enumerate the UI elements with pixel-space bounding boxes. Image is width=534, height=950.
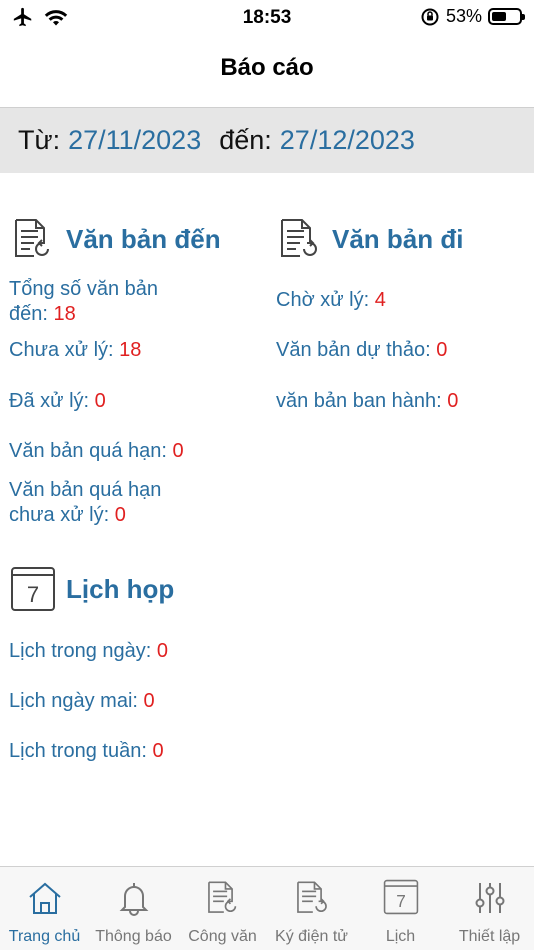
tab-notifications-label: Thông báo xyxy=(95,928,172,945)
from-label: Từ: xyxy=(18,125,61,155)
date-range-bar: Từ: 27/11/2023 đến: 27/12/2023 xyxy=(0,107,534,173)
battery-icon xyxy=(488,8,525,25)
incoming-overdue-unprocessed-value: 0 xyxy=(114,504,126,526)
tab-settings[interactable]: Thiết lập xyxy=(445,867,534,950)
meetings-today: Lịch trong ngày: 0 xyxy=(9,639,168,664)
incoming-overdue-unprocessed-label-2: chưa xử lý: xyxy=(9,504,110,526)
incoming-overdue-unprocessed: Văn bản quá hạn chưa xử lý: 0 xyxy=(9,478,161,528)
incoming-overdue-unprocessed-label-1: Văn bản quá hạn xyxy=(9,479,162,501)
meetings-header[interactable]: 7 Lịch họp xyxy=(10,566,174,612)
document-icon xyxy=(207,881,236,913)
outgoing-pending: Chờ xử lý: 4 xyxy=(276,288,386,313)
meetings-today-value: 0 xyxy=(156,640,169,662)
tab-calendar-label: Lịch xyxy=(385,928,416,945)
battery-tip xyxy=(522,14,525,20)
tab-e-sign-label: Ký điện tử xyxy=(275,928,348,945)
tab-calendar[interactable]: 7 Lịch xyxy=(356,867,445,950)
tab-home[interactable]: Trang chủ xyxy=(0,867,89,950)
meetings-tomorrow-label: Lịch ngày mai: xyxy=(9,690,138,712)
orientation-lock-icon xyxy=(421,8,439,25)
battery-percent: 53% xyxy=(445,6,482,26)
tab-notifications[interactable]: Thông báo xyxy=(89,867,178,950)
tab-settings-label: Thiết lập xyxy=(458,928,521,945)
meetings-tomorrow: Lịch ngày mai: 0 xyxy=(9,689,155,714)
tab-home-label: Trang chủ xyxy=(8,928,81,945)
tab-documents-label: Công văn xyxy=(188,928,257,945)
to-label: đến: xyxy=(219,125,272,155)
status-right: 53% xyxy=(420,6,525,27)
meetings-week: Lịch trong tuần: 0 xyxy=(9,739,164,764)
e-sign-icon xyxy=(296,881,327,913)
tab-calendar-icon-day: 7 xyxy=(396,891,406,911)
page-title: Báo cáo xyxy=(220,54,314,81)
incoming-pending-label: Chưa xử lý: xyxy=(9,339,114,361)
incoming-total-label-2: đến: xyxy=(9,303,48,325)
incoming-total: Tổng số văn bản đến: 18 xyxy=(9,277,158,327)
incoming-docs-title: Văn bản đến xyxy=(66,223,221,254)
meetings-tomorrow-value: 0 xyxy=(143,690,155,712)
incoming-processed-label: Đã xử lý: xyxy=(9,390,90,412)
incoming-docs-header[interactable]: Văn bản đến xyxy=(10,216,221,262)
incoming-overdue: Văn bản quá hạn: 0 xyxy=(9,439,184,464)
outgoing-pending-value: 4 xyxy=(374,289,386,311)
meetings-week-value: 0 xyxy=(152,740,164,762)
outgoing-pending-label: Chờ xử lý: xyxy=(276,289,370,311)
meetings-title: Lịch họp xyxy=(66,573,175,604)
document-incoming-icon xyxy=(15,219,49,257)
outgoing-issued-label: văn bản ban hành: xyxy=(276,390,442,412)
incoming-total-label-1: Tổng số văn bản xyxy=(9,278,158,300)
home-icon xyxy=(28,882,61,914)
to-date[interactable]: 27/12/2023 xyxy=(280,125,415,156)
bell-icon xyxy=(119,883,148,916)
outgoing-docs-title: Văn bản đi xyxy=(332,223,464,254)
tab-e-sign[interactable]: Ký điện tử xyxy=(267,867,356,950)
incoming-total-value: 18 xyxy=(53,303,76,325)
tab-documents[interactable]: Công văn xyxy=(178,867,267,950)
incoming-overdue-label: Văn bản quá hạn: xyxy=(9,440,167,462)
incoming-pending-value: 18 xyxy=(119,339,142,361)
incoming-pending: Chưa xử lý: 18 xyxy=(9,338,141,363)
tab-bar: Trang chủ Thông báo Công văn Ký điện tử … xyxy=(0,866,534,950)
incoming-processed-value: 0 xyxy=(94,390,106,412)
calendar-icon-day: 7 xyxy=(27,582,39,607)
incoming-overdue-value: 0 xyxy=(172,440,184,462)
calendar-icon: 7 xyxy=(11,567,55,611)
outgoing-issued-value: 0 xyxy=(447,390,459,412)
incoming-processed: Đã xử lý: 0 xyxy=(9,389,106,414)
calendar-icon: 7 xyxy=(383,879,418,915)
from-date[interactable]: 27/11/2023 xyxy=(68,125,201,156)
outgoing-draft: Văn bản dự thảo: 0 xyxy=(276,338,447,363)
outgoing-draft-label: Văn bản dự thảo: xyxy=(276,339,431,361)
document-outgoing-icon xyxy=(281,219,317,257)
status-bar: 18:53 53% xyxy=(0,0,534,36)
meetings-week-label: Lịch trong tuần: xyxy=(9,740,147,762)
outgoing-docs-header[interactable]: Văn bản đi xyxy=(276,216,463,262)
sliders-icon xyxy=(475,883,504,913)
meetings-today-label: Lịch trong ngày: xyxy=(9,640,152,662)
outgoing-issued: văn bản ban hành: 0 xyxy=(276,389,458,414)
outgoing-draft-value: 0 xyxy=(436,339,448,361)
battery-fill xyxy=(492,12,506,21)
